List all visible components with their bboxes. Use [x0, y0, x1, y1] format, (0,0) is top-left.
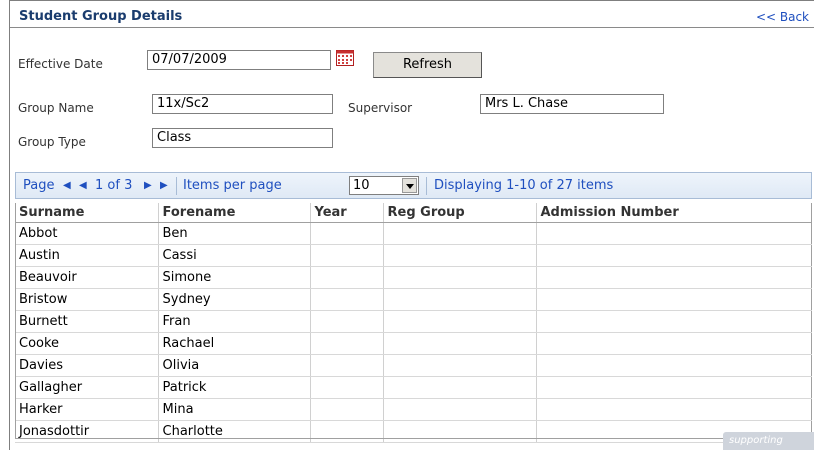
cell-year — [310, 310, 384, 333]
table-row[interactable]: Gallagher Patrick — [15, 376, 812, 399]
pager-separator — [176, 177, 177, 195]
cell-surname: Cooke — [15, 332, 159, 355]
cell-forename: Rachael — [158, 332, 311, 355]
effective-date-label: Effective Date — [18, 57, 103, 71]
displaying-status: Displaying 1-10 of 27 items — [434, 178, 614, 193]
table-header-row: Surname Forename Year Reg Group Admissio… — [15, 203, 812, 223]
group-name-label: Group Name — [18, 101, 94, 115]
table-row[interactable]: Cooke Rachael — [15, 332, 812, 355]
cell-surname: Harker — [15, 398, 159, 421]
cell-admission-number — [536, 398, 812, 421]
cell-year — [310, 354, 384, 377]
pager-position: 1 of 3 — [95, 178, 133, 193]
cell-surname: Bristow — [15, 288, 159, 311]
pager-separator — [426, 177, 427, 195]
column-header-surname[interactable]: Surname — [15, 203, 159, 223]
table-row[interactable]: Austin Cassi — [15, 244, 812, 267]
cell-reg-group — [383, 266, 537, 289]
cell-year — [310, 222, 384, 245]
cell-surname: Davies — [15, 354, 159, 377]
watermark-logo: supporting — [723, 432, 814, 450]
cell-forename: Patrick — [158, 376, 311, 399]
table-row[interactable]: Abbot Ben — [15, 222, 812, 245]
cell-year — [310, 288, 384, 311]
cell-forename: Fran — [158, 310, 311, 333]
cell-surname: Jonasdottir — [15, 420, 159, 443]
cell-reg-group — [383, 222, 537, 245]
pager-page-label: Page — [23, 178, 55, 193]
cell-admission-number — [536, 376, 812, 399]
cell-admission-number — [536, 288, 812, 311]
first-page-icon[interactable]: ◀ — [63, 180, 71, 191]
cell-forename: Mina — [158, 398, 311, 421]
column-header-year[interactable]: Year — [310, 203, 384, 223]
table-row[interactable]: Beauvoir Simone — [15, 266, 812, 289]
students-table: Surname Forename Year Reg Group Admissio… — [15, 203, 812, 443]
cell-admission-number — [536, 222, 812, 245]
cell-forename: Ben — [158, 222, 311, 245]
cell-forename: Simone — [158, 266, 311, 289]
cell-surname: Austin — [15, 244, 159, 267]
cell-forename: Olivia — [158, 354, 311, 377]
items-per-page-value: 10 — [353, 178, 370, 193]
items-per-page-select[interactable]: 10 — [349, 176, 419, 195]
page-header: Student Group Details << Back — [10, 9, 814, 28]
group-name-field[interactable]: 11x/Sc2 — [152, 94, 333, 114]
table-row[interactable]: Davies Olivia — [15, 354, 812, 377]
cell-forename: Cassi — [158, 244, 311, 267]
cell-year — [310, 398, 384, 421]
cell-year — [310, 244, 384, 267]
cell-admission-number — [536, 266, 812, 289]
page-title: Student Group Details — [19, 9, 183, 24]
group-type-field[interactable]: Class — [152, 128, 333, 148]
cell-reg-group — [383, 244, 537, 267]
table-row[interactable]: Jonasdottir Charlotte — [15, 420, 812, 443]
cell-reg-group — [383, 332, 537, 355]
cell-year — [310, 376, 384, 399]
pager-bar: Page ◀ ◀ 1 of 3 ▶ ▶ Items per page 10 Di… — [15, 172, 812, 199]
cell-reg-group — [383, 420, 537, 443]
cell-surname: Gallagher — [15, 376, 159, 399]
cell-admission-number — [536, 332, 812, 355]
cell-reg-group — [383, 376, 537, 399]
cell-surname: Beauvoir — [15, 266, 159, 289]
cell-year — [310, 332, 384, 355]
next-page-icon[interactable]: ▶ — [144, 180, 152, 191]
cell-forename: Sydney — [158, 288, 311, 311]
back-link[interactable]: << Back — [756, 10, 809, 24]
cell-admission-number — [536, 244, 812, 267]
column-header-admission-number[interactable]: Admission Number — [536, 203, 812, 223]
cell-admission-number — [536, 310, 812, 333]
supervisor-field[interactable]: Mrs L. Chase — [480, 94, 664, 114]
cell-surname: Burnett — [15, 310, 159, 333]
column-header-forename[interactable]: Forename — [158, 203, 311, 223]
cell-reg-group — [383, 354, 537, 377]
group-type-label: Group Type — [18, 135, 86, 149]
cell-admission-number — [536, 354, 812, 377]
table-row[interactable]: Bristow Sydney — [15, 288, 812, 311]
calendar-icon[interactable] — [336, 50, 354, 66]
cell-reg-group — [383, 398, 537, 421]
cell-year — [310, 266, 384, 289]
cell-year — [310, 420, 384, 443]
table-row[interactable]: Harker Mina — [15, 398, 812, 421]
items-per-page-label: Items per page — [183, 178, 282, 193]
chevron-down-icon[interactable] — [402, 178, 417, 193]
supervisor-label: Supervisor — [348, 101, 413, 115]
cell-surname: Abbot — [15, 222, 159, 245]
refresh-button[interactable]: Refresh — [373, 52, 482, 78]
effective-date-field[interactable]: 07/07/2009 — [147, 50, 331, 70]
last-page-icon[interactable]: ▶ — [160, 180, 168, 191]
cell-reg-group — [383, 288, 537, 311]
table-row[interactable]: Burnett Fran — [15, 310, 812, 333]
cell-forename: Charlotte — [158, 420, 311, 443]
prev-page-icon[interactable]: ◀ — [79, 180, 87, 191]
cell-reg-group — [383, 310, 537, 333]
column-header-reg-group[interactable]: Reg Group — [383, 203, 537, 223]
